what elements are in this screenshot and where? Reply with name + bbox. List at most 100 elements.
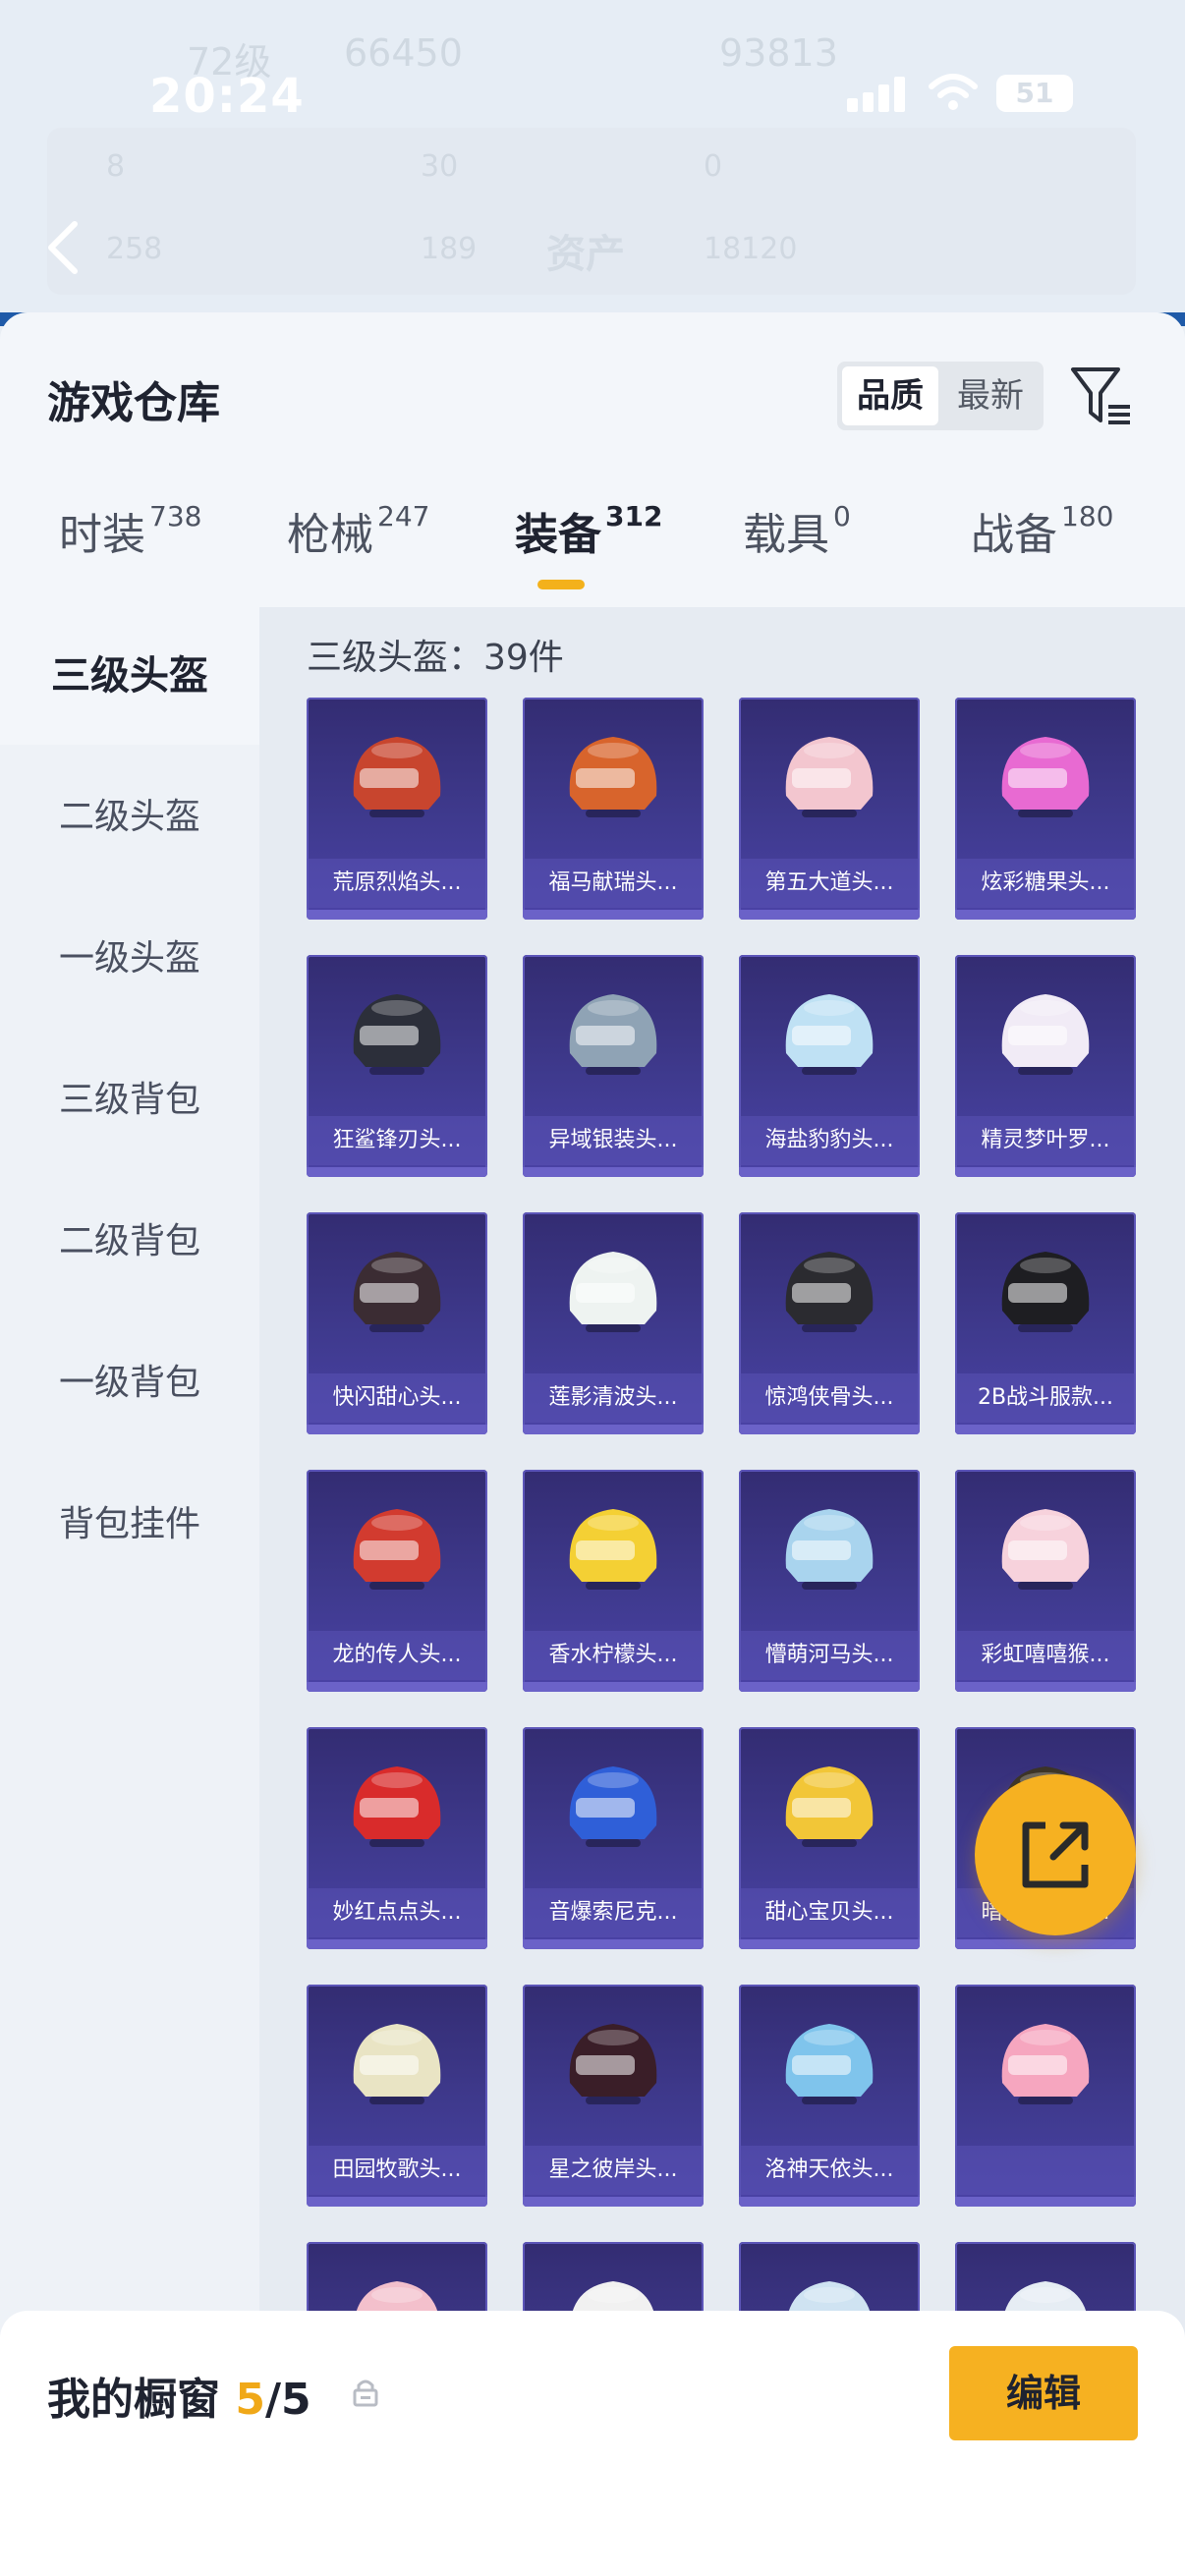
helmet-icon — [1001, 1509, 1090, 1590]
item-card[interactable]: 妙红点点头... — [307, 1727, 487, 1949]
item-card[interactable]: 惊鸿侠骨头... — [739, 1212, 920, 1434]
helmet-icon — [353, 2024, 441, 2104]
item-name: 彩虹嘻嘻猴... — [955, 1631, 1136, 1680]
item-card[interactable]: 精灵梦叶罗... — [955, 955, 1136, 1177]
item-name: 田园牧歌头... — [307, 2146, 487, 2195]
card-rarity-bar — [523, 1682, 704, 1692]
status-time: 20:24 — [149, 69, 305, 124]
item-card[interactable]: 福马献瑞头... — [523, 698, 704, 920]
sidebar-item-level3-helmet[interactable]: 三级头盔 — [0, 607, 259, 745]
active-tab-indicator — [537, 580, 585, 589]
tab-vehicles[interactable]: 载具 0 — [743, 499, 851, 562]
wifi-icon — [929, 74, 978, 110]
card-rarity-bar — [955, 1167, 1136, 1177]
sidebar-item-level2-helmet[interactable]: 二级头盔 — [0, 749, 259, 886]
tab-label: 装备 — [515, 510, 601, 560]
tab-fashion[interactable]: 时装 738 — [59, 499, 201, 562]
item-name: 龙的传人头... — [307, 1631, 487, 1680]
item-card[interactable]: 炫彩糖果头... — [955, 698, 1136, 920]
filter-icon[interactable] — [1069, 362, 1134, 430]
item-name: 狂鲨锋刃头... — [307, 1116, 487, 1165]
tab-equipment[interactable]: 装备 312 — [515, 499, 662, 562]
sidebar-item-level2-backpack[interactable]: 二级背包 — [0, 1173, 259, 1311]
item-card[interactable] — [955, 1985, 1136, 2207]
helmet-icon — [353, 737, 441, 817]
sidebar-item-level1-helmet[interactable]: 一级头盔 — [0, 890, 259, 1028]
item-name — [955, 2146, 1136, 2195]
tab-weapons[interactable]: 枪械 247 — [287, 499, 429, 562]
card-rarity-bar — [307, 1682, 487, 1692]
card-rarity-bar — [955, 2197, 1136, 2207]
item-card[interactable]: 荒原烈焰头... — [307, 698, 487, 920]
item-name: 懵萌河马头... — [739, 1631, 920, 1680]
item-name: 福马献瑞头... — [523, 859, 704, 908]
lock-icon — [353, 2380, 378, 2407]
card-rarity-bar — [523, 1939, 704, 1949]
item-card[interactable]: 海盐豹豹头... — [739, 955, 920, 1177]
tab-label: 战备 — [971, 510, 1057, 560]
tab-label: 枪械 — [287, 510, 373, 560]
edit-button[interactable]: 编辑 — [949, 2346, 1138, 2440]
item-name: 音爆索尼克... — [523, 1888, 704, 1937]
item-card[interactable]: 快闪甜心头... — [307, 1212, 487, 1434]
item-card[interactable]: 洛神天依头... — [739, 1985, 920, 2207]
tab-label: 载具 — [743, 510, 829, 560]
sidebar-item-level3-backpack[interactable]: 三级背包 — [0, 1032, 259, 1169]
tab-label: 时装 — [59, 510, 145, 560]
tab-count: 312 — [605, 500, 663, 533]
header-title: 资产 — [546, 232, 625, 277]
item-card[interactable]: 2B战斗服款... — [955, 1212, 1136, 1434]
item-name: 精灵梦叶罗... — [955, 1116, 1136, 1165]
helmet-icon — [569, 737, 657, 817]
tab-supplies[interactable]: 战备 180 — [971, 499, 1113, 562]
helmet-icon — [785, 2024, 874, 2104]
subcategory-sidebar: 三级头盔 二级头盔 一级头盔 三级背包 二级背包 一级背包 背包挂件 — [0, 607, 259, 2454]
item-card[interactable]: 甜心宝贝头... — [739, 1727, 920, 1949]
item-name: 2B战斗服款... — [955, 1373, 1136, 1423]
item-card[interactable]: 星之彼岸头... — [523, 1985, 704, 2207]
sidebar-item-level1-backpack[interactable]: 一级背包 — [0, 1315, 259, 1452]
card-rarity-bar — [739, 1682, 920, 1692]
item-name: 星之彼岸头... — [523, 2146, 704, 2195]
card-rarity-bar — [955, 910, 1136, 920]
item-card[interactable]: 懵萌河马头... — [739, 1470, 920, 1692]
background-header: 72级 66450 93813 20:24 51 8 30 0 258 189 … — [0, 0, 1185, 324]
item-name: 莲影清波头... — [523, 1373, 704, 1423]
item-card[interactable]: 龙的传人头... — [307, 1470, 487, 1692]
stat-value: 0 — [704, 149, 723, 184]
helmet-icon — [353, 1766, 441, 1847]
sort-latest-button[interactable]: 最新 — [942, 366, 1039, 425]
helmet-icon — [1001, 994, 1090, 1075]
item-grid-area: 三级头盔：39件 荒原烈焰头... 福马献瑞头... 第五大道头... 炫彩糖果头..… — [259, 607, 1185, 2464]
stat-value: 18120 — [704, 232, 798, 266]
card-rarity-bar — [523, 1425, 704, 1434]
item-name: 甜心宝贝头... — [739, 1888, 920, 1937]
showcase-label: 我的橱窗 5/5 — [47, 2364, 311, 2427]
item-card[interactable]: 香水柠檬头... — [523, 1470, 704, 1692]
battery-icon: 51 — [996, 75, 1073, 112]
tab-count: 247 — [377, 500, 430, 533]
sidebar-item-backpack-charm[interactable]: 背包挂件 — [0, 1456, 259, 1594]
helmet-icon — [569, 1509, 657, 1590]
item-card[interactable]: 狂鲨锋刃头... — [307, 955, 487, 1177]
stat-value: 8 — [106, 149, 126, 184]
item-card[interactable]: 异域银装头... — [523, 955, 704, 1177]
item-card[interactable]: 第五大道头... — [739, 698, 920, 920]
item-card[interactable]: 莲影清波头... — [523, 1212, 704, 1434]
item-card[interactable]: 田园牧歌头... — [307, 1985, 487, 2207]
stat-value: 189 — [421, 232, 478, 266]
item-name: 异域银装头... — [523, 1116, 704, 1165]
showcase-bar: 我的橱窗 5/5 编辑 — [0, 2311, 1185, 2576]
share-button[interactable] — [975, 1774, 1136, 1935]
item-name: 第五大道头... — [739, 859, 920, 908]
card-rarity-bar — [739, 1425, 920, 1434]
back-icon[interactable] — [43, 218, 83, 277]
card-rarity-bar — [523, 1167, 704, 1177]
item-card[interactable]: 音爆索尼克... — [523, 1727, 704, 1949]
sort-quality-button[interactable]: 品质 — [842, 366, 938, 425]
helmet-icon — [785, 1766, 874, 1847]
helmet-icon — [569, 1252, 657, 1332]
item-card[interactable]: 彩虹嘻嘻猴... — [955, 1470, 1136, 1692]
helmet-icon — [785, 994, 874, 1075]
tab-count: 0 — [833, 500, 851, 533]
